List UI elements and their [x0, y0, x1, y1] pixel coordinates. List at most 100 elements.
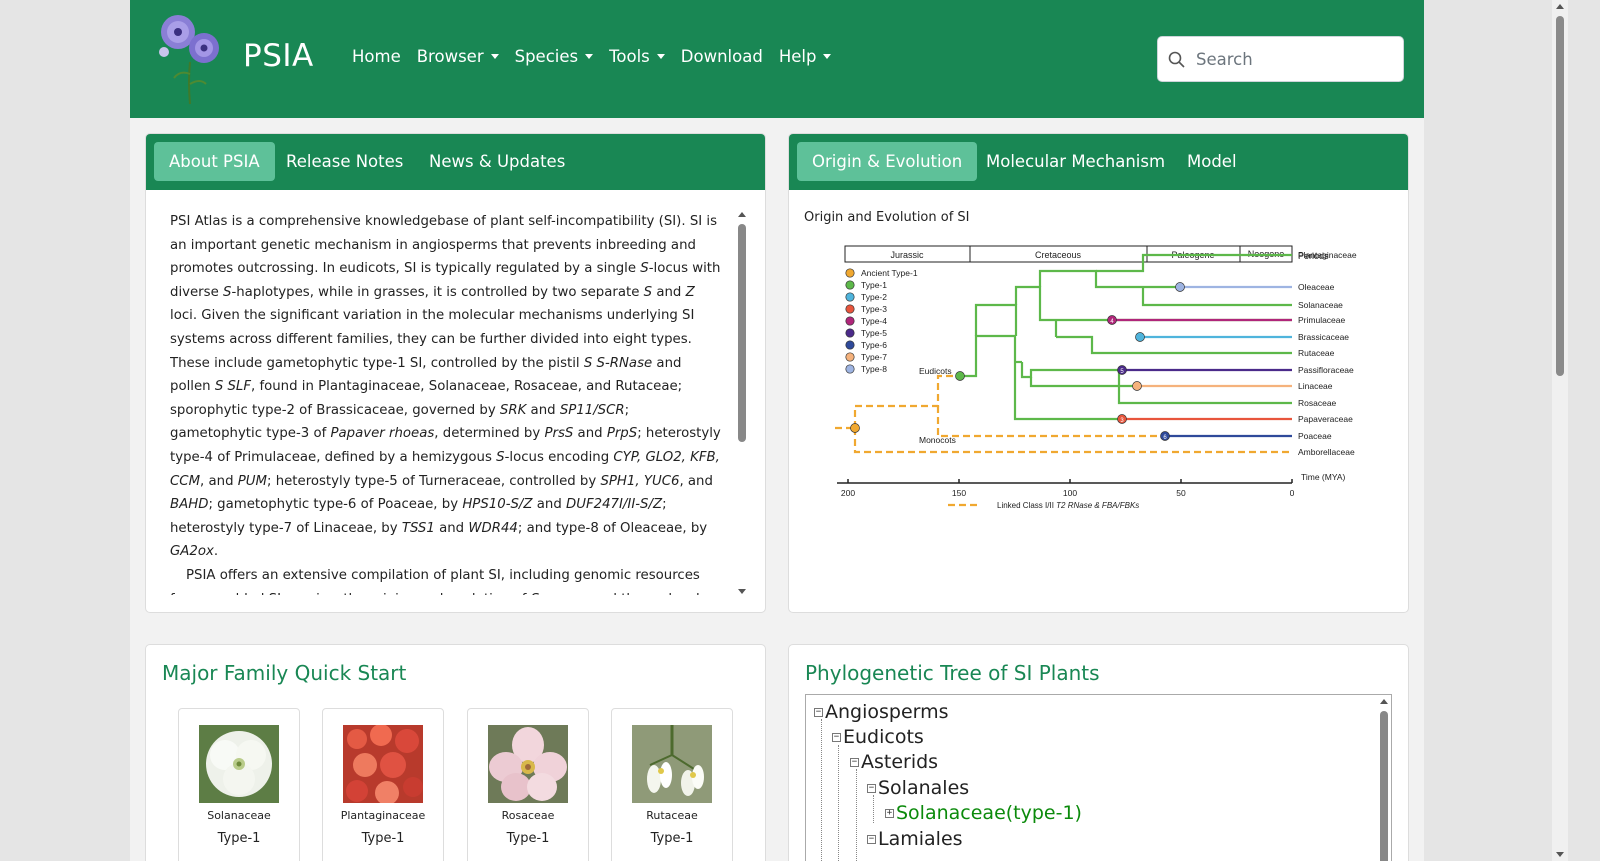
scroll-up-icon[interactable] [1380, 699, 1388, 704]
family-name: Solanaceae [207, 809, 271, 822]
tab-model[interactable]: Model [1172, 142, 1252, 181]
italic-gene-term: PUM [237, 473, 267, 489]
taxon-label: Papaveraceae [1298, 414, 1353, 424]
text-run: ; heterostyly type-5 of Turneraceae, con… [266, 473, 601, 489]
collapse-icon[interactable]: − [867, 784, 876, 793]
italic-gene-term: BAHD [170, 497, 209, 513]
chevron-down-icon [490, 54, 499, 59]
nav-tools[interactable]: Tools [609, 47, 665, 66]
italic-gene-term: Z [685, 284, 695, 300]
nav-browser[interactable]: Browser [417, 47, 499, 66]
search-box [1157, 36, 1404, 82]
petunia-flower-icon[interactable] [150, 12, 228, 106]
footnote-text: Linked Class I/II [997, 501, 1056, 510]
italic-gene-term: Papaver rhoeas [330, 426, 435, 442]
italic-gene-term: S SLF [214, 379, 251, 395]
scrollbar-thumb[interactable] [1380, 711, 1388, 861]
chevron-down-icon [585, 54, 594, 59]
about-scrollbar[interactable] [735, 208, 749, 598]
text-run: PSI Atlas is a comprehensive knowledgeba… [170, 214, 718, 277]
text-run: , and [679, 473, 713, 489]
tree-node-eudicots[interactable]: − Eudicots [832, 726, 924, 748]
rutaceae-image [632, 725, 712, 803]
axis-tick-label: 100 [1063, 488, 1077, 498]
taxon-label: Linaceae [1298, 381, 1333, 391]
italic-gene-term: GA2ox [170, 544, 214, 560]
footnote-italic: T2 RNase & FBA/FBKs [1056, 501, 1139, 510]
tree-node-lamiales[interactable]: − Lamiales [867, 828, 963, 850]
tree-node-angiosperms[interactable]: − Angiosperms [814, 701, 949, 723]
tab-about-psia[interactable]: About PSIA [154, 142, 275, 181]
quickstart-card: Major Family Quick Start Solanaceae Type… [145, 644, 766, 861]
clade-label: Eudicots [919, 366, 952, 376]
text-run: . [213, 544, 219, 560]
family-card-rutaceae[interactable]: Rutaceae Type-1 [611, 708, 733, 861]
plantaginaceae-image [343, 725, 423, 803]
taxon-label: Amborellaceae [1298, 447, 1355, 457]
nav-help[interactable]: Help [779, 47, 832, 66]
italic-gene-term: S [496, 449, 505, 465]
tree-node-asterids[interactable]: − Asterids [850, 751, 938, 773]
text-run: and [652, 284, 686, 300]
tree-scrollbar[interactable] [1377, 695, 1391, 861]
legend-label: Ancient Type-1 [861, 268, 918, 278]
about-card-tabs: About PSIA Release Notes News & Updates [146, 134, 765, 190]
figure-legend: Ancient Type-1 Type-1 Type-2 Type-3 Type… [845, 268, 918, 374]
family-card-rosaceae[interactable]: Rosaceae Type-1 [467, 708, 589, 861]
taxon-label: Rosaceae [1298, 398, 1337, 408]
page-scrollbar[interactable] [1552, 0, 1568, 861]
axis-tick-label: 50 [1176, 488, 1186, 498]
top-navbar: PSIA Home Browser Species Tools Download… [130, 0, 1424, 118]
figure-title: Origin and Evolution of SI [804, 210, 970, 225]
about-paragraph-2: PSIA offers an extensive compilation of … [170, 564, 722, 595]
about-paragraph-1: PSI Atlas is a comprehensive knowledgeba… [170, 210, 722, 564]
collapse-icon[interactable]: − [850, 758, 859, 767]
nav-home[interactable]: Home [352, 47, 401, 66]
family-type: Type-1 [650, 831, 694, 846]
legend-label: Type-6 [861, 340, 887, 350]
period-label: Cretaceous [1035, 250, 1082, 260]
tab-molecular-mechanism[interactable]: Molecular Mechanism [971, 142, 1180, 181]
main-nav: Home Browser Species Tools Download Help [352, 47, 847, 66]
chevron-down-icon [823, 54, 832, 59]
collapse-icon[interactable]: − [814, 708, 823, 717]
family-card-plantaginaceae[interactable]: Plantaginaceae Type-1 [322, 708, 444, 861]
collapse-icon[interactable]: − [867, 835, 876, 844]
nav-download[interactable]: Download [681, 47, 763, 66]
legend-label: Type-4 [861, 316, 887, 326]
collapse-icon[interactable]: − [832, 733, 841, 742]
family-type: Type-1 [361, 831, 405, 846]
scrollbar-thumb[interactable] [738, 224, 746, 442]
scrollbar-thumb[interactable] [1556, 16, 1564, 376]
text-run: and [532, 497, 567, 513]
expand-icon[interactable]: + [885, 809, 894, 818]
italic-gene-term: SPH1, YUC6 [600, 473, 680, 489]
tree-node-solanaceae[interactable]: + Solanaceae(type-1) [885, 802, 1082, 824]
scroll-down-icon[interactable] [738, 589, 746, 594]
solanaceae-image [199, 725, 279, 803]
text-run: and [526, 402, 560, 418]
tab-release-notes[interactable]: Release Notes [271, 142, 418, 181]
evolution-card: Origin & Evolution Molecular Mechanism M… [788, 133, 1409, 613]
search-input[interactable] [1196, 45, 1391, 73]
italic-gene-term: S [531, 592, 539, 596]
italic-gene-term: DUF247I/II-S/Z [566, 497, 663, 513]
brand-title[interactable]: PSIA [243, 38, 314, 74]
chevron-down-icon [656, 54, 665, 59]
text-run: and [434, 520, 469, 536]
taxon-label: Passifloraceae [1298, 365, 1354, 375]
axis-tick-label: 150 [952, 488, 966, 498]
scroll-down-icon[interactable] [1556, 852, 1564, 857]
tab-news-updates[interactable]: News & Updates [414, 142, 580, 181]
tree-node-solanales[interactable]: − Solanales [867, 777, 969, 799]
taxon-label: Poaceae [1298, 431, 1332, 441]
tab-origin-evolution[interactable]: Origin & Evolution [797, 142, 978, 181]
legend-label: Type-3 [861, 304, 887, 314]
scroll-up-icon[interactable] [738, 212, 746, 217]
about-card: About PSIA Release Notes News & Updates … [145, 133, 766, 613]
scroll-up-icon[interactable] [1556, 4, 1564, 9]
nav-species[interactable]: Species [515, 47, 594, 66]
legend-label: Type-8 [861, 364, 887, 374]
text-run: -locus encoding [504, 449, 614, 465]
family-card-solanaceae[interactable]: Solanaceae Type-1 [178, 708, 300, 861]
